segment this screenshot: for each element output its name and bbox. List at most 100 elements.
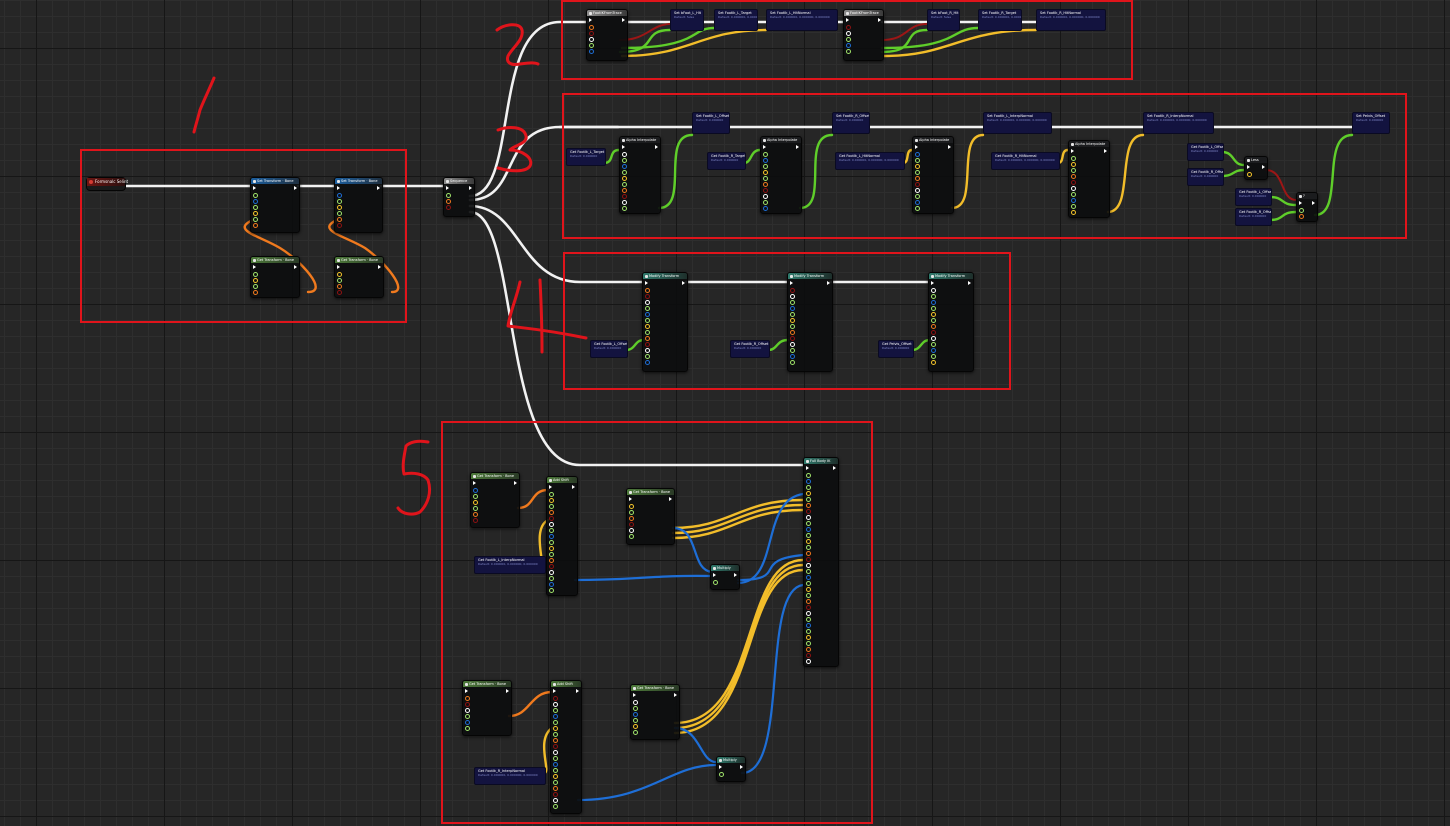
get-transform-bone-node[interactable]: Get Transform · Bone	[462, 680, 512, 736]
input-pin[interactable]	[645, 306, 650, 311]
alpha-interpolate-node[interactable]: Alpha Interpolate	[912, 136, 954, 214]
input-pin[interactable]	[806, 473, 811, 478]
input-pin[interactable]	[931, 312, 936, 317]
input-pin[interactable]	[253, 284, 258, 289]
input-pin[interactable]	[629, 522, 634, 527]
input-pin[interactable]	[806, 491, 811, 496]
input-pin[interactable]	[589, 49, 594, 54]
input-pin[interactable]	[549, 582, 554, 587]
input-pin[interactable]	[763, 176, 768, 181]
set-transform-bone-node[interactable]: Set Transform · Bone	[250, 177, 300, 233]
exec-in-pin[interactable]	[589, 18, 592, 22]
exec-out-pin[interactable]	[1104, 149, 1107, 153]
exec-out-pin[interactable]	[1312, 201, 1315, 205]
input-pin[interactable]	[549, 576, 554, 581]
exec-in-pin[interactable]	[915, 145, 918, 149]
input-pin[interactable]	[629, 510, 634, 515]
input-pin[interactable]	[337, 193, 342, 198]
exec-in-pin[interactable]	[719, 765, 722, 769]
input-pin[interactable]	[1071, 180, 1076, 185]
set-variable-node[interactable]: Set FootIk_L_InterpNormal Default: 0.000…	[983, 112, 1052, 134]
input-pin[interactable]	[553, 780, 558, 785]
input-pin[interactable]	[337, 278, 342, 283]
modify-transform-node[interactable]: Modify Transform	[787, 272, 833, 372]
exec-out-pin[interactable]	[294, 265, 297, 269]
input-pin[interactable]	[446, 193, 451, 198]
input-pin[interactable]	[806, 551, 811, 556]
get-transform-bone-node[interactable]: Get Transform · Bone	[334, 256, 384, 298]
input-pin[interactable]	[549, 504, 554, 509]
input-pin[interactable]	[549, 546, 554, 551]
input-pin[interactable]	[645, 312, 650, 317]
input-pin[interactable]	[553, 750, 558, 755]
event-node[interactable]: Formsnalc Selint	[86, 177, 128, 191]
input-pin[interactable]	[790, 336, 795, 341]
input-pin[interactable]	[790, 294, 795, 299]
input-pin[interactable]	[629, 528, 634, 533]
input-pin[interactable]	[589, 37, 594, 42]
get-transform-bone-node[interactable]: Get Transform · Bone	[250, 256, 300, 298]
input-pin[interactable]	[465, 696, 470, 701]
input-pin[interactable]	[1299, 208, 1304, 213]
input-pin[interactable]	[931, 330, 936, 335]
exec-out-pin[interactable]	[514, 481, 517, 485]
input-pin[interactable]	[915, 176, 920, 181]
get-variable-node[interactable]: Get FootIk_L_InterpNormal Default: 0.000…	[474, 556, 546, 574]
exec-in-pin[interactable]	[1299, 201, 1302, 205]
input-pin[interactable]	[465, 726, 470, 731]
input-pin[interactable]	[622, 188, 627, 193]
exec-out-pin[interactable]	[506, 689, 509, 693]
input-pin[interactable]	[915, 194, 920, 199]
input-pin[interactable]	[806, 533, 811, 538]
input-pin[interactable]	[253, 193, 258, 198]
full-body-ik-node[interactable]: Full Body IK	[803, 457, 839, 667]
input-pin[interactable]	[790, 330, 795, 335]
input-pin[interactable]	[465, 720, 470, 725]
input-pin[interactable]	[629, 504, 634, 509]
input-pin[interactable]	[806, 635, 811, 640]
input-pin[interactable]	[915, 152, 920, 157]
input-pin[interactable]	[931, 294, 936, 299]
input-pin[interactable]	[806, 575, 811, 580]
input-pin[interactable]	[553, 738, 558, 743]
input-pin[interactable]	[763, 164, 768, 169]
exec-out-pin[interactable]	[378, 265, 381, 269]
exec-in-pin[interactable]	[553, 689, 556, 693]
select-node[interactable]: ?	[1296, 192, 1318, 222]
input-pin[interactable]	[806, 521, 811, 526]
input-pin[interactable]	[763, 158, 768, 163]
input-pin[interactable]	[763, 194, 768, 199]
exec-out-pin[interactable]	[833, 466, 836, 470]
input-pin[interactable]	[549, 492, 554, 497]
exec-in-pin[interactable]	[549, 485, 552, 489]
input-pin[interactable]	[549, 528, 554, 533]
input-pin[interactable]	[253, 217, 258, 222]
input-pin[interactable]	[446, 199, 451, 204]
input-pin[interactable]	[1071, 174, 1076, 179]
input-pin[interactable]	[645, 330, 650, 335]
alpha-interpolate-node[interactable]: Alpha Interpolate	[1068, 140, 1110, 218]
input-pin[interactable]	[253, 272, 258, 277]
alpha-interpolate-node[interactable]: Alpha Interpolate	[760, 136, 802, 214]
input-pin[interactable]	[473, 488, 478, 493]
set-variable-node[interactable]: Set FootIk_L_Offset Default: 0.000000	[692, 112, 730, 134]
input-pin[interactable]	[931, 300, 936, 305]
input-pin[interactable]	[719, 772, 724, 777]
input-pin[interactable]	[253, 199, 258, 204]
input-pin[interactable]	[553, 702, 558, 707]
input-pin[interactable]	[549, 522, 554, 527]
exec-in-pin[interactable]	[1247, 165, 1250, 169]
exec-in-pin[interactable]	[806, 466, 809, 470]
input-pin[interactable]	[846, 25, 851, 30]
input-pin[interactable]	[931, 360, 936, 365]
input-pin[interactable]	[645, 348, 650, 353]
exec-out-pin[interactable]	[674, 693, 677, 697]
input-pin[interactable]	[915, 188, 920, 193]
input-pin[interactable]	[1071, 204, 1076, 209]
input-pin[interactable]	[622, 182, 627, 187]
input-pin[interactable]	[790, 306, 795, 311]
exec-out-pin[interactable]	[1262, 165, 1265, 169]
input-pin[interactable]	[549, 570, 554, 575]
input-pin[interactable]	[337, 205, 342, 210]
input-pin[interactable]	[915, 200, 920, 205]
